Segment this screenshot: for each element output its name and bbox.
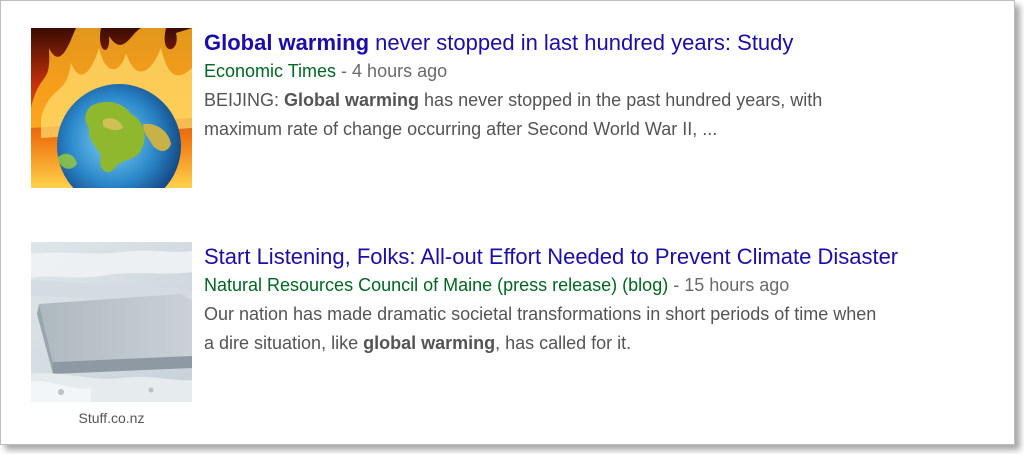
snippet-text: a dire situation, like bbox=[204, 333, 364, 353]
snippet-line-1: Our nation has made dramatic societal tr… bbox=[204, 304, 877, 324]
meta-separator: - bbox=[336, 61, 353, 81]
source-name: Economic Times bbox=[204, 61, 337, 81]
result-thumbnail-wrap[interactable]: Stuff.co.nz bbox=[31, 242, 192, 426]
news-results-panel: Global warming never stopped in last hun… bbox=[0, 0, 1015, 445]
snippet-highlight: Global warming bbox=[284, 90, 420, 110]
result-meta: Economic Times - 4 hours ago bbox=[204, 58, 994, 84]
snippet-text: BEIJING: bbox=[204, 90, 285, 110]
source-name: Natural Resources Council of Maine (pres… bbox=[204, 275, 669, 295]
result-snippet: Our nation has made dramatic societal tr… bbox=[204, 300, 994, 358]
result-title-link[interactable]: Global warming never stopped in last hun… bbox=[204, 29, 994, 57]
result-text: Start Listening, Folks: All-out Effort N… bbox=[204, 242, 994, 358]
thumbnail-caption: Stuff.co.nz bbox=[78, 410, 145, 426]
published-age: 15 hours ago bbox=[684, 275, 790, 295]
result-title-link[interactable]: Start Listening, Folks: All-out Effort N… bbox=[204, 243, 994, 271]
title-rest-part: never stopped in last hundred years: Stu… bbox=[369, 30, 794, 55]
result-meta: Natural Resources Council of Maine (pres… bbox=[204, 272, 994, 298]
snippet-highlight: global warming bbox=[363, 333, 496, 353]
snippet-line-2: maximum rate of change occurring after S… bbox=[204, 119, 718, 139]
snippet-text: , has called for it. bbox=[495, 333, 632, 353]
result-thumbnail-wrap[interactable] bbox=[31, 28, 192, 188]
snippet-line-2: a dire situation, like global warming, h… bbox=[204, 329, 994, 358]
snippet-line-1: BEIJING: Global warming has never stoppe… bbox=[204, 86, 994, 115]
snippet-text: has never stopped in the past hundred ye… bbox=[419, 90, 823, 110]
result-snippet: BEIJING: Global warming has never stoppe… bbox=[204, 86, 994, 144]
title-bold-part: Global warming bbox=[204, 30, 370, 55]
meta-separator: - bbox=[668, 275, 685, 295]
ice-shelf-icon[interactable] bbox=[31, 242, 192, 402]
published-age: 4 hours ago bbox=[352, 61, 448, 81]
result-text: Global warming never stopped in last hun… bbox=[204, 28, 994, 144]
burning-earth-icon[interactable] bbox=[31, 28, 192, 188]
